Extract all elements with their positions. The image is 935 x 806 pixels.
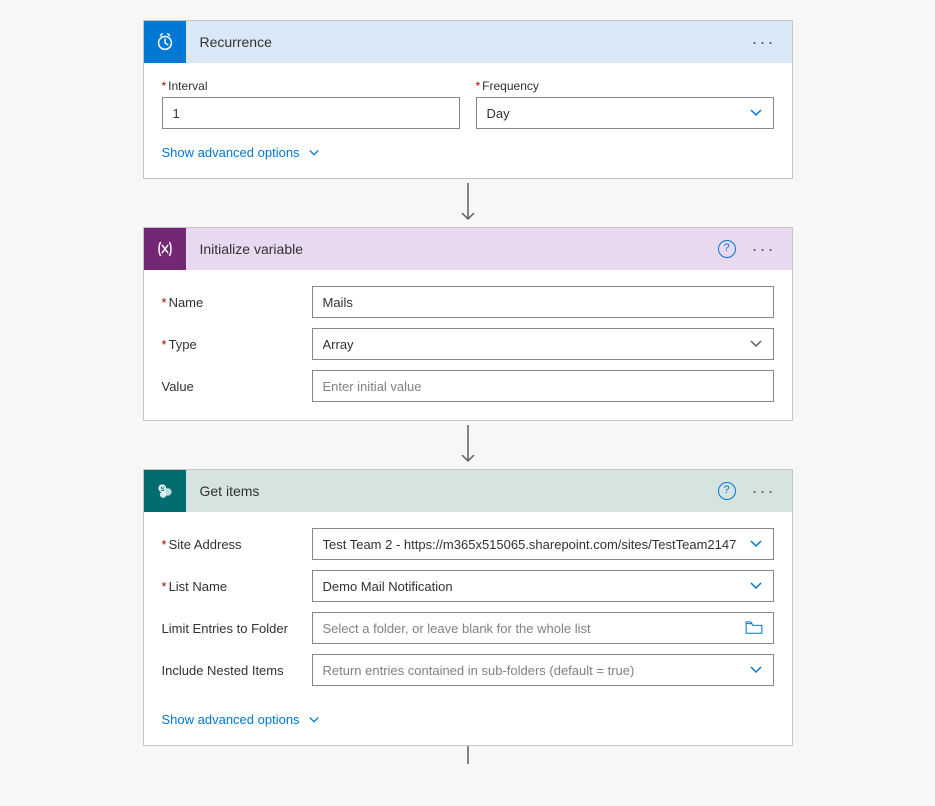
chevron-down-icon bbox=[749, 579, 763, 593]
getitems-header[interactable]: S Get items ? ··· bbox=[144, 470, 792, 512]
svg-text:S: S bbox=[160, 486, 165, 493]
site-address-label: Site Address bbox=[162, 537, 312, 552]
value-label: Value bbox=[162, 379, 312, 394]
chevron-down-icon bbox=[749, 106, 763, 120]
help-icon[interactable]: ? bbox=[718, 240, 736, 258]
interval-label: Interval bbox=[162, 79, 460, 93]
show-advanced-link[interactable]: Show advanced options bbox=[162, 712, 320, 727]
type-select[interactable]: Array bbox=[312, 328, 774, 360]
chevron-down-icon bbox=[308, 147, 320, 159]
list-name-label: List Name bbox=[162, 579, 312, 594]
interval-input[interactable] bbox=[162, 97, 460, 129]
sharepoint-icon: S bbox=[144, 470, 186, 512]
folder-icon bbox=[745, 621, 763, 635]
connector-arrow bbox=[143, 179, 793, 227]
more-icon[interactable]: ··· bbox=[748, 481, 780, 502]
connector-arrow bbox=[143, 421, 793, 469]
value-input[interactable] bbox=[312, 370, 774, 402]
show-advanced-link[interactable]: Show advanced options bbox=[162, 145, 320, 160]
more-icon[interactable]: ··· bbox=[748, 239, 780, 260]
name-label: Name bbox=[162, 295, 312, 310]
name-input[interactable] bbox=[312, 286, 774, 318]
site-address-select[interactable]: Test Team 2 - https://m365x515065.sharep… bbox=[312, 528, 774, 560]
frequency-label: Frequency bbox=[476, 79, 774, 93]
getitems-card: S Get items ? ··· Site Address Test Team… bbox=[143, 469, 793, 746]
limit-entries-select[interactable]: Select a folder, or leave blank for the … bbox=[312, 612, 774, 644]
chevron-down-icon bbox=[308, 714, 320, 726]
include-nested-label: Include Nested Items bbox=[162, 663, 312, 678]
list-name-select[interactable]: Demo Mail Notification bbox=[312, 570, 774, 602]
clock-icon bbox=[144, 21, 186, 63]
initvar-title: Initialize variable bbox=[186, 241, 718, 257]
recurrence-header[interactable]: Recurrence ··· bbox=[144, 21, 792, 63]
getitems-title: Get items bbox=[186, 483, 718, 499]
recurrence-card: Recurrence ··· Interval Frequency Day bbox=[143, 20, 793, 179]
chevron-down-icon bbox=[749, 663, 763, 677]
help-icon[interactable]: ? bbox=[718, 482, 736, 500]
chevron-down-icon bbox=[749, 537, 763, 551]
frequency-select[interactable]: Day bbox=[476, 97, 774, 129]
connector-arrow bbox=[143, 746, 793, 766]
initvar-header[interactable]: Initialize variable ? ··· bbox=[144, 228, 792, 270]
recurrence-title: Recurrence bbox=[186, 34, 748, 50]
initvar-card: Initialize variable ? ··· Name Type Arra… bbox=[143, 227, 793, 421]
variable-icon bbox=[144, 228, 186, 270]
limit-entries-label: Limit Entries to Folder bbox=[162, 621, 312, 636]
include-nested-select[interactable]: Return entries contained in sub-folders … bbox=[312, 654, 774, 686]
chevron-down-icon bbox=[749, 337, 763, 351]
more-icon[interactable]: ··· bbox=[748, 32, 780, 53]
type-label: Type bbox=[162, 337, 312, 352]
